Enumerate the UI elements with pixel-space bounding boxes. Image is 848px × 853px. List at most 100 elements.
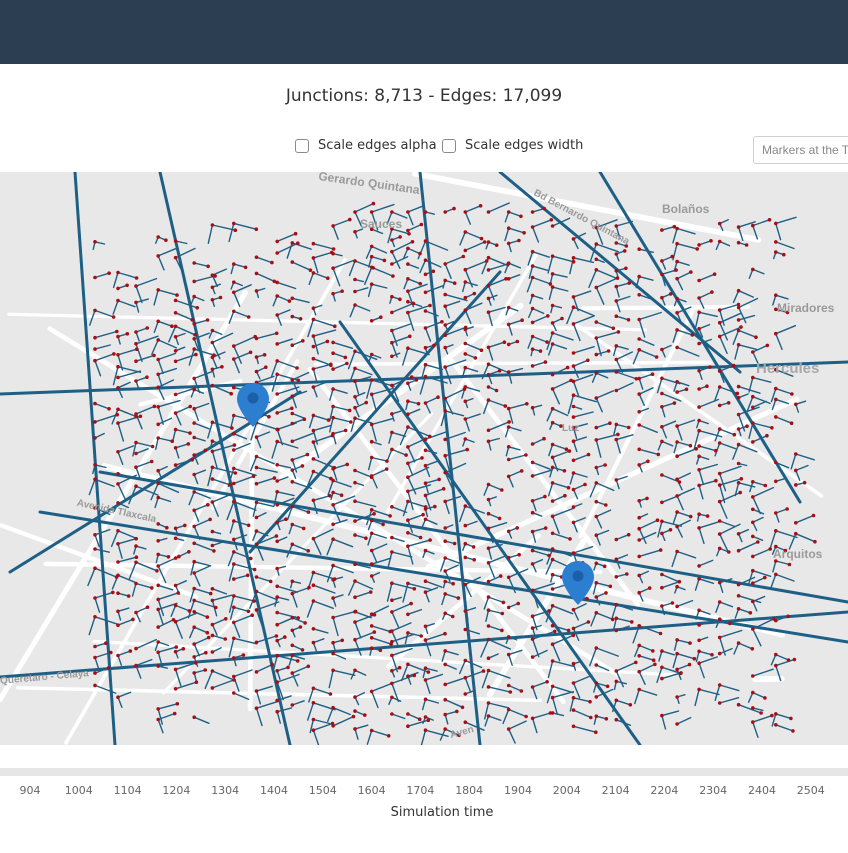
scale-width-checkbox[interactable]: Scale edges width xyxy=(442,138,583,153)
junction-dot xyxy=(717,221,722,226)
street-edge xyxy=(487,311,493,327)
junction-dot xyxy=(675,638,679,642)
street-edge xyxy=(407,211,414,226)
markers-input[interactable] xyxy=(753,136,848,164)
junction-dot xyxy=(660,473,664,477)
junction-dot xyxy=(369,392,374,397)
scale-alpha-checkbox[interactable]: Scale edges alpha xyxy=(295,138,437,153)
street-edge xyxy=(572,436,588,442)
junction-dot xyxy=(550,272,555,276)
street-edge xyxy=(255,707,263,727)
junction-dot xyxy=(232,656,236,660)
junction-dot xyxy=(497,516,502,521)
street-edge xyxy=(174,412,182,426)
map-canvas[interactable] xyxy=(0,172,848,745)
junction-dot xyxy=(690,333,695,337)
junction-dot xyxy=(571,393,576,397)
street-edge xyxy=(713,386,721,402)
junction-dot xyxy=(173,298,178,303)
street-edge xyxy=(291,654,306,660)
junction-dot xyxy=(550,420,555,425)
street-edge xyxy=(638,275,654,281)
street-edge xyxy=(615,699,631,706)
junction-dot xyxy=(275,680,280,684)
junction-dot xyxy=(275,342,280,346)
junction-dot xyxy=(423,326,428,330)
junction-dot xyxy=(614,628,619,633)
street-edge xyxy=(424,639,432,657)
street-edge xyxy=(464,520,478,527)
junction-dot xyxy=(675,259,679,264)
junction-dot xyxy=(550,254,555,258)
street-edge xyxy=(233,574,249,580)
junction-dot xyxy=(507,420,511,424)
junction-dot xyxy=(606,349,611,353)
junction-dot xyxy=(232,577,236,581)
junction-dot xyxy=(93,533,97,537)
junction-dot xyxy=(687,662,692,667)
junction-dot xyxy=(410,240,415,244)
junction-dot xyxy=(406,228,410,233)
junction-dot xyxy=(290,406,294,411)
street-edge xyxy=(211,268,228,276)
street-edge xyxy=(424,327,432,342)
junction-dot xyxy=(751,520,755,525)
street-edge xyxy=(615,382,634,392)
street-edge xyxy=(698,291,713,299)
junction-dot xyxy=(268,579,273,584)
junction-dot xyxy=(192,655,196,659)
junction-dot xyxy=(106,666,111,670)
location-marker-icon[interactable] xyxy=(562,561,594,605)
junction-dot xyxy=(192,625,196,629)
junction-dot xyxy=(614,679,619,684)
street-edge xyxy=(531,265,549,272)
junction-dot xyxy=(116,353,120,357)
junction-dot xyxy=(306,664,311,669)
junction-dot xyxy=(751,223,755,228)
junction-dot xyxy=(486,284,491,288)
network-map[interactable]: Gerardo Quintana Bolaños Miradores Hercu… xyxy=(0,172,848,745)
junction-dot xyxy=(331,431,335,436)
street-edge xyxy=(157,367,178,376)
junction-dot xyxy=(194,352,198,357)
junction-dot xyxy=(506,457,511,462)
junction-dot xyxy=(156,481,160,486)
junction-dot xyxy=(675,604,679,609)
marker-pin-shape[interactable] xyxy=(562,561,594,605)
street-edge xyxy=(312,272,329,279)
junction-dot xyxy=(614,388,619,393)
street-edge xyxy=(407,713,421,720)
junction-dot xyxy=(550,303,555,308)
street-edge xyxy=(698,273,716,282)
checkbox-box[interactable] xyxy=(442,138,456,153)
street-edge xyxy=(444,305,450,319)
junction-dot xyxy=(241,653,246,657)
timeline-track[interactable] xyxy=(0,768,848,776)
junction-dot xyxy=(660,391,664,396)
timeline-tick-label: 1704 xyxy=(406,784,435,797)
junction-dot xyxy=(107,407,111,411)
junction-dot xyxy=(348,217,352,222)
junction-dot xyxy=(232,466,236,471)
street-edge xyxy=(551,273,568,278)
junction-dot xyxy=(275,313,280,317)
junction-dot xyxy=(604,503,608,507)
street-edge xyxy=(502,708,510,725)
street-edge xyxy=(276,707,293,713)
junction-dot xyxy=(173,446,178,450)
junction-dot xyxy=(406,289,410,293)
junction-dot xyxy=(275,251,280,255)
junction-dot xyxy=(398,235,402,239)
junction-dot xyxy=(272,476,277,480)
street-edge xyxy=(291,592,298,608)
street-edge xyxy=(638,663,656,673)
checkbox-box[interactable] xyxy=(295,138,309,153)
junction-dot xyxy=(736,225,741,229)
street-edge xyxy=(615,554,629,560)
junction-dot xyxy=(443,345,448,350)
junction-dot xyxy=(93,358,97,363)
timeline-tick-label: 2504 xyxy=(796,784,825,797)
junction-dot xyxy=(637,317,641,322)
junction-dot xyxy=(697,512,701,516)
junction-dot xyxy=(717,385,722,389)
